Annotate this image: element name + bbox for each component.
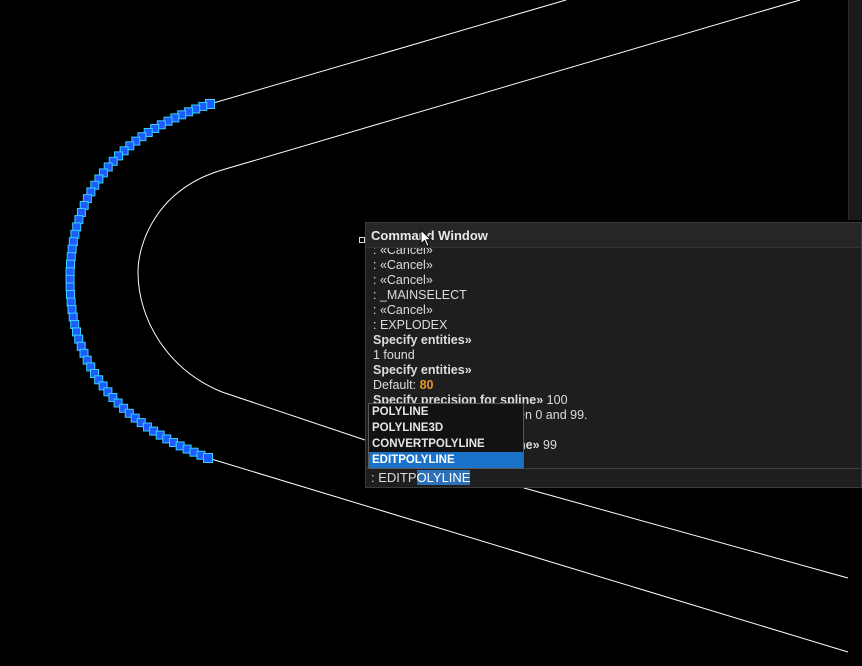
history-default-line: Default: 80 (373, 378, 434, 392)
autocomplete-item-polyline3d[interactable]: POLYLINE3D (369, 420, 523, 436)
grip-square (68, 312, 78, 322)
grip-square (66, 297, 76, 307)
inner-arc (137, 169, 223, 393)
command-window-title[interactable]: Command Window (366, 223, 861, 248)
grip-square (65, 267, 75, 277)
grip-square (65, 282, 75, 292)
command-input[interactable]: : EDITPOLYLINE (366, 468, 861, 487)
history-line: : _MAINSELECT (373, 288, 467, 302)
history-line: : «Cancel» (373, 303, 433, 317)
history-line: : «Cancel» (373, 248, 433, 257)
history-line: : EXPLODEX (373, 318, 448, 332)
grip-square (66, 259, 75, 269)
history-prompt: Specify entities» (373, 363, 472, 377)
grip-square (70, 320, 80, 329)
autocomplete-completion: OLYLINE (416, 470, 471, 485)
selected-arc (68, 102, 211, 460)
autocomplete-item-convertpolyline[interactable]: CONVERTPOLYLINE (369, 436, 523, 452)
grip-square (66, 290, 75, 299)
grip-square (67, 244, 77, 254)
history-line: : «Cancel» (373, 273, 433, 287)
grip-square (66, 252, 76, 262)
grip-square (65, 274, 75, 284)
inner-line-bottom (221, 391, 366, 441)
autocomplete-item-polyline[interactable]: POLYLINE (369, 404, 523, 420)
default-value: 80 (419, 378, 434, 392)
grip-square (67, 305, 77, 315)
history-prompt: Specify entities» (373, 333, 472, 347)
autocomplete-item-editpolyline[interactable]: EDITPOLYLINE (369, 452, 523, 468)
outer-line-top (209, 0, 567, 105)
inner-line-bottom-right (523, 487, 849, 579)
inner-line-top (221, 0, 801, 171)
vertical-scrollbar[interactable] (848, 0, 862, 220)
history-line: 1 found (373, 348, 415, 362)
selected-arc-grips[interactable] (65, 99, 215, 463)
grip-square (70, 229, 80, 239)
grip-square (72, 222, 82, 232)
history-line: : «Cancel» (373, 258, 433, 272)
mouse-pointer-icon (420, 229, 433, 248)
grip-square (203, 453, 213, 463)
grip-square (68, 237, 78, 247)
autocomplete-list[interactable]: POLYLINE POLYLINE3D CONVERTPOLYLINE EDIT… (368, 403, 524, 469)
